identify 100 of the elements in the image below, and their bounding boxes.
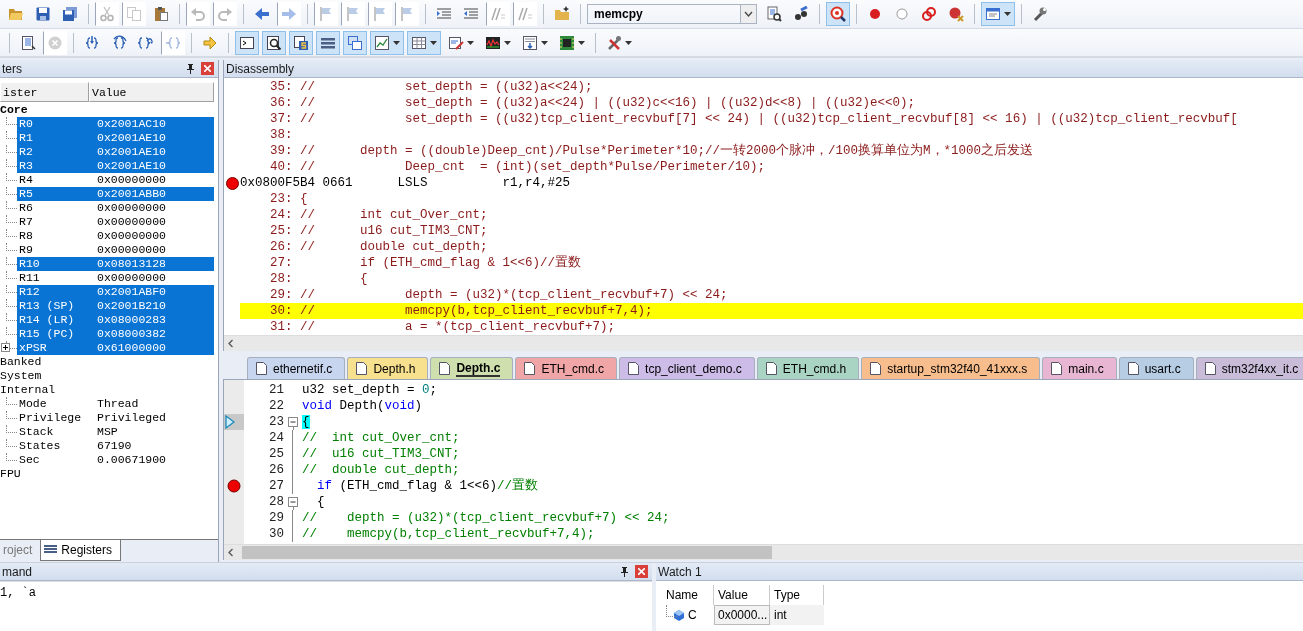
register-row[interactable]: R3 0x2001AE10 — [17, 159, 214, 173]
panel-tab[interactable]: Registers — [40, 540, 122, 561]
pin-icon[interactable] — [184, 62, 196, 75]
panel-title: mand — [2, 564, 34, 579]
register-row[interactable]: xPSR 0x61000000 — [17, 341, 214, 355]
panel-title: Watch 1 — [658, 564, 703, 579]
stack-icon[interactable] — [343, 30, 367, 55]
register-row[interactable]: R7 0x00000000 — [17, 215, 214, 229]
expand-icon[interactable] — [1, 343, 10, 352]
line-number: 28 — [268, 495, 284, 509]
register-row[interactable]: R13 (SP) 0x2001B210 — [17, 299, 214, 313]
close-icon[interactable] — [201, 62, 214, 75]
register-group[interactable]: Banked — [0, 355, 42, 369]
register-group[interactable]: Internal — [0, 383, 56, 397]
close-icon[interactable] — [635, 565, 648, 578]
register-row[interactable]: R9 0x00000000 — [17, 243, 214, 257]
doc-square-icon[interactable] — [289, 30, 313, 55]
register-row[interactable]: Sec 0.00671900 — [17, 453, 214, 467]
watch-type: int — [770, 605, 824, 625]
register-group[interactable]: System — [0, 369, 42, 383]
disassembly-line: 31: // a = *(tcp_client_recvbuf+7); — [269, 319, 617, 335]
register-row[interactable]: R10 0x08013128 — [17, 257, 214, 271]
dropdown-button[interactable] — [741, 4, 757, 24]
register-value: 0x08000283 — [97, 313, 166, 327]
breakpoint-icon[interactable] — [227, 479, 241, 493]
register-value: 0x2001AE10 — [97, 145, 166, 159]
register-row[interactable]: States 67190 — [17, 439, 214, 453]
register-row[interactable]: R0 0x2001AC10 — [17, 117, 214, 131]
disassembly-line: 26: // double cut_depth; — [269, 239, 489, 255]
file-icon — [1204, 362, 1216, 375]
register-name: R12 — [18, 285, 41, 299]
disassembly-line: 27: if (ETH_cmd_flag & 1<<6)//置数 — [269, 255, 583, 271]
file-tab[interactable]: tcp_client_demo.c — [619, 357, 755, 379]
register-row[interactable]: R12 0x2001ABF0 — [17, 285, 214, 299]
code-line: u32 set_depth = 0; — [302, 382, 438, 398]
code-line: // int cut_Over_cnt; — [302, 430, 460, 446]
file-icon — [256, 362, 267, 375]
grid-icon[interactable] — [407, 30, 441, 55]
horizontal-scrollbar[interactable] — [224, 335, 1303, 351]
watch-name: C — [688, 608, 697, 622]
fold-icon[interactable] — [287, 494, 299, 510]
register-group[interactable]: FPU — [0, 467, 21, 481]
column-header[interactable]: Value — [89, 82, 214, 102]
register-name: R8 — [18, 229, 34, 243]
register-name: R1 — [18, 131, 34, 145]
rows-icon[interactable] — [316, 30, 340, 55]
command-output: 1, `a — [0, 586, 36, 600]
file-tab[interactable]: startup_stm32f40_41xxx.s — [861, 357, 1041, 379]
register-row[interactable]: R15 (PC) 0x08000382 — [17, 327, 214, 341]
fold-icon[interactable] — [287, 414, 299, 430]
debug-magnifier-icon[interactable] — [826, 2, 850, 26]
horizontal-scrollbar[interactable] — [224, 544, 1303, 560]
list-icon — [44, 545, 58, 555]
file-tab[interactable]: Depth.c — [430, 357, 514, 379]
line-number: 27 — [268, 479, 284, 493]
watch-value[interactable]: 0x0000... — [714, 605, 770, 625]
disassembly-line: 25: // u16 cut_TIM3_CNT; — [269, 223, 489, 239]
file-tab[interactable]: stm32f4xx_it.c — [1195, 357, 1303, 379]
file-tab[interactable]: ethernetif.c — [247, 357, 346, 379]
register-value: 0x2001AE10 — [97, 131, 166, 145]
panel-title: Disassembly — [226, 61, 295, 76]
register-value: 0x00000000 — [97, 201, 166, 215]
register-row[interactable]: R14 (LR) 0x08000283 — [17, 313, 214, 327]
register-name: R5 — [18, 187, 34, 201]
register-name: R10 — [18, 257, 41, 271]
panel-tab[interactable]: roject — [0, 540, 41, 560]
file-tab[interactable]: main.c — [1042, 357, 1117, 379]
file-tab[interactable]: usart.c — [1118, 357, 1194, 379]
register-row[interactable]: R8 0x00000000 — [17, 229, 214, 243]
console-icon[interactable] — [235, 30, 259, 55]
column-header[interactable]: ister — [0, 82, 89, 102]
caret-icon[interactable] — [744, 11, 753, 17]
chart-icon[interactable] — [370, 30, 404, 55]
scrollbar-thumb[interactable] — [242, 546, 772, 559]
register-row[interactable]: R11 0x00000000 — [17, 271, 214, 285]
register-row[interactable]: R4 0x00000000 — [17, 173, 214, 187]
file-tab[interactable]: ETH_cmd.c — [515, 357, 618, 379]
register-row[interactable]: R6 0x00000000 — [17, 201, 214, 215]
pin-icon[interactable] — [618, 565, 630, 578]
register-group[interactable]: Core — [0, 103, 28, 117]
register-value: MSP — [97, 425, 118, 439]
register-name: R4 — [18, 173, 34, 187]
register-row[interactable]: R2 0x2001AE10 — [17, 145, 214, 159]
doc-magnifier-icon[interactable] — [262, 30, 286, 55]
disassembly-line: 24: // int cut_Over_cnt; — [269, 207, 489, 223]
disassembly-line: 23: { — [269, 191, 309, 207]
window-icon[interactable] — [981, 2, 1015, 26]
disassembly-line: 38: — [269, 127, 294, 143]
register-name: R0 — [18, 117, 34, 131]
register-row[interactable]: Privilege Privileged — [17, 411, 214, 425]
column-header[interactable]: Name — [662, 585, 714, 605]
register-row[interactable]: R1 0x2001AE10 — [17, 131, 214, 145]
register-row[interactable]: R5 0x2001ABB0 — [17, 187, 214, 201]
register-name: R7 — [18, 215, 34, 229]
file-tab[interactable]: Depth.h — [347, 357, 429, 379]
register-row[interactable]: Stack MSP — [17, 425, 214, 439]
breakpoint-icon[interactable] — [225, 176, 239, 190]
register-row[interactable]: Mode Thread — [17, 397, 214, 411]
file-tab[interactable]: ETH_cmd.h — [756, 357, 860, 379]
find-input[interactable]: memcpy — [587, 4, 741, 24]
